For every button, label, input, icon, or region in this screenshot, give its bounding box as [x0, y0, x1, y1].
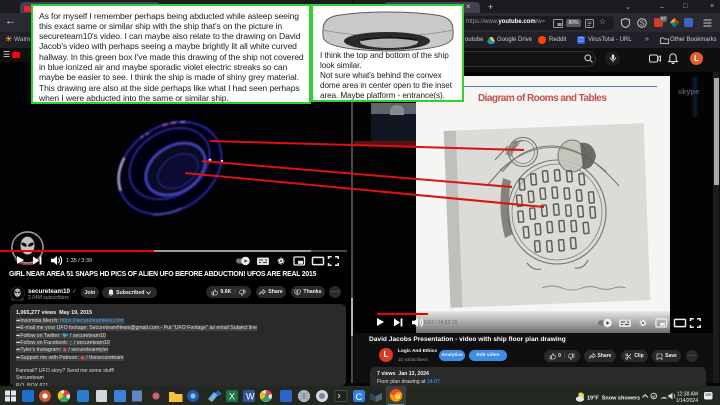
- svg-text:W: W: [246, 392, 255, 402]
- svg-text:1/14/2024: 1/14/2024: [676, 398, 698, 404]
- svg-text:C: C: [356, 392, 363, 403]
- svg-text:19°F Snow showers: 19°F Snow showers: [587, 395, 640, 401]
- svg-text:12:38 AM: 12:38 AM: [677, 392, 698, 398]
- svg-text:X: X: [229, 392, 235, 402]
